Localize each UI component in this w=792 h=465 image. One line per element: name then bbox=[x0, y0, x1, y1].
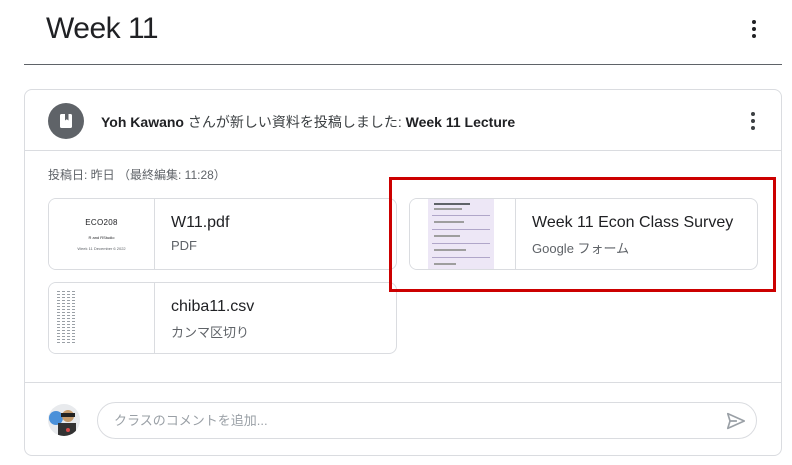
pdf-thumb-line3: Week 11 December 6 2022 bbox=[77, 245, 126, 251]
attachment-title: chiba11.csv bbox=[171, 298, 255, 315]
attachment-type: Google フォーム bbox=[532, 241, 630, 256]
pdf-thumb-line2: R and RStudio bbox=[88, 234, 115, 240]
csv-thumbnail bbox=[49, 283, 155, 353]
attachment-title: Week 11 Econ Class Survey bbox=[532, 214, 734, 231]
user-avatar bbox=[48, 404, 80, 436]
post-title: Yoh Kawano さんが新しい資料を投稿しました: Week 11 Lect… bbox=[101, 112, 515, 132]
pdf-thumb-line1: ECO208 bbox=[85, 217, 118, 227]
post-date: 投稿日: 昨日 （最終編集: 11:28） bbox=[48, 168, 226, 182]
attachment-type: PDF bbox=[171, 238, 197, 253]
form-thumbnail bbox=[410, 199, 516, 269]
topic-more-options-icon[interactable] bbox=[742, 17, 766, 41]
material-title: Week 11 Lecture bbox=[405, 114, 516, 130]
topic-title: Week 11 bbox=[46, 12, 159, 45]
comment-area bbox=[25, 382, 781, 457]
attachment-csv[interactable]: chiba11.csv カンマ区切り bbox=[48, 282, 397, 354]
attachment-pdf[interactable]: ECO208 R and RStudio Week 11 December 6 … bbox=[48, 198, 397, 270]
comment-input[interactable] bbox=[97, 402, 757, 439]
attachment-google-form[interactable]: Week 11 Econ Class Survey Google フォーム bbox=[409, 198, 758, 270]
material-more-options-icon[interactable] bbox=[741, 109, 765, 133]
post-author: Yoh Kawano bbox=[101, 114, 184, 130]
material-card-header[interactable]: Yoh Kawano さんが新しい資料を投稿しました: Week 11 Lect… bbox=[25, 90, 781, 151]
topic-header: Week 11 bbox=[24, 0, 782, 65]
send-icon[interactable] bbox=[725, 410, 747, 432]
pdf-thumbnail: ECO208 R and RStudio Week 11 December 6 … bbox=[49, 199, 155, 269]
post-action-text: さんが新しい資料を投稿しました: bbox=[183, 114, 406, 130]
material-book-icon bbox=[48, 103, 84, 139]
material-card[interactable]: Yoh Kawano さんが新しい資料を投稿しました: Week 11 Lect… bbox=[24, 89, 782, 456]
attachment-title: W11.pdf bbox=[171, 214, 230, 231]
attachment-type: カンマ区切り bbox=[171, 325, 250, 340]
